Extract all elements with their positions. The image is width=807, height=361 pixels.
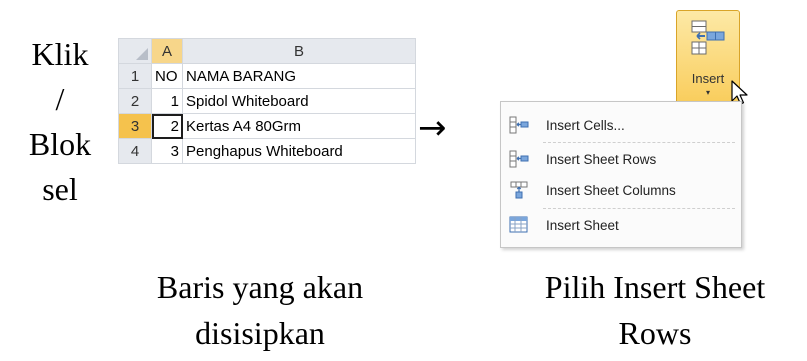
cell-a1[interactable]: NO	[151, 63, 183, 89]
left-caption: Klik / Blok sel	[20, 32, 100, 212]
menu-item-insert-sheet[interactable]: Insert Sheet	[501, 210, 741, 240]
insert-rows-icon	[509, 150, 529, 168]
menu-divider	[543, 208, 735, 209]
menu-item-label: Insert Sheet	[546, 217, 619, 233]
insert-cells-icon	[509, 116, 529, 134]
row-header-selected[interactable]: 3	[118, 113, 152, 139]
insert-rows-icon	[691, 20, 725, 55]
column-header-b[interactable]: B	[182, 38, 416, 64]
menu-item-label: Insert Sheet Rows	[546, 151, 657, 167]
right-arrow-icon: →	[418, 108, 447, 148]
table-row: 2 1 Spidol Whiteboard	[118, 88, 416, 114]
table-row: 1 NO NAMA BARANG	[118, 63, 416, 89]
right-caption: Pilih Insert Sheet Rows	[505, 264, 805, 356]
left-caption-line-4: sel	[42, 171, 78, 207]
menu-item-insert-sheet-columns[interactable]: Insert Sheet Columns	[501, 175, 741, 205]
select-all-corner[interactable]	[118, 38, 152, 64]
menu-divider	[543, 142, 735, 143]
cell-a4[interactable]: 3	[151, 138, 183, 164]
middle-caption: Baris yang akan disisipkan	[100, 264, 420, 356]
middle-caption-line-2: disisipkan	[195, 315, 325, 351]
left-caption-line-2: /	[55, 81, 65, 117]
row-header[interactable]: 1	[118, 63, 152, 89]
insert-columns-icon	[510, 181, 528, 199]
spreadsheet-grid: A B 1 NO NAMA BARANG 2 1 Spidol Whiteboa…	[118, 38, 416, 164]
cell-a3-active[interactable]: 2	[151, 113, 183, 139]
cell-b1[interactable]: NAMA BARANG	[182, 63, 416, 89]
right-caption-line-1: Pilih Insert Sheet	[544, 269, 766, 305]
row-header[interactable]: 4	[118, 138, 152, 164]
menu-item-label: Insert Sheet Columns	[546, 182, 676, 198]
table-row: 3 2 Kertas A4 80Grm	[118, 113, 416, 139]
row-header[interactable]: 2	[118, 88, 152, 114]
right-caption-line-2: Rows	[618, 315, 692, 351]
menu-item-insert-sheet-rows[interactable]: Insert Sheet Rows	[501, 144, 741, 174]
cell-b2[interactable]: Spidol Whiteboard	[182, 88, 416, 114]
cell-b3[interactable]: Kertas A4 80Grm	[182, 113, 416, 139]
insert-sheet-icon	[509, 216, 528, 233]
table-row: 4 3 Penghapus Whiteboard	[118, 138, 416, 164]
cell-a2[interactable]: 1	[151, 88, 183, 114]
column-header-row: A B	[118, 38, 416, 64]
column-header-a[interactable]: A	[151, 38, 183, 64]
left-caption-line-1: Klik	[31, 36, 89, 72]
middle-caption-line-1: Baris yang akan	[156, 269, 364, 305]
menu-item-insert-cells[interactable]: Insert Cells...	[501, 110, 741, 140]
insert-dropdown-menu: Insert Cells... Insert Sheet Rows Insert…	[500, 101, 742, 248]
menu-item-label: Insert Cells...	[546, 117, 625, 133]
cell-b4[interactable]: Penghapus Whiteboard	[182, 138, 416, 164]
left-caption-line-3: Blok	[28, 126, 92, 162]
